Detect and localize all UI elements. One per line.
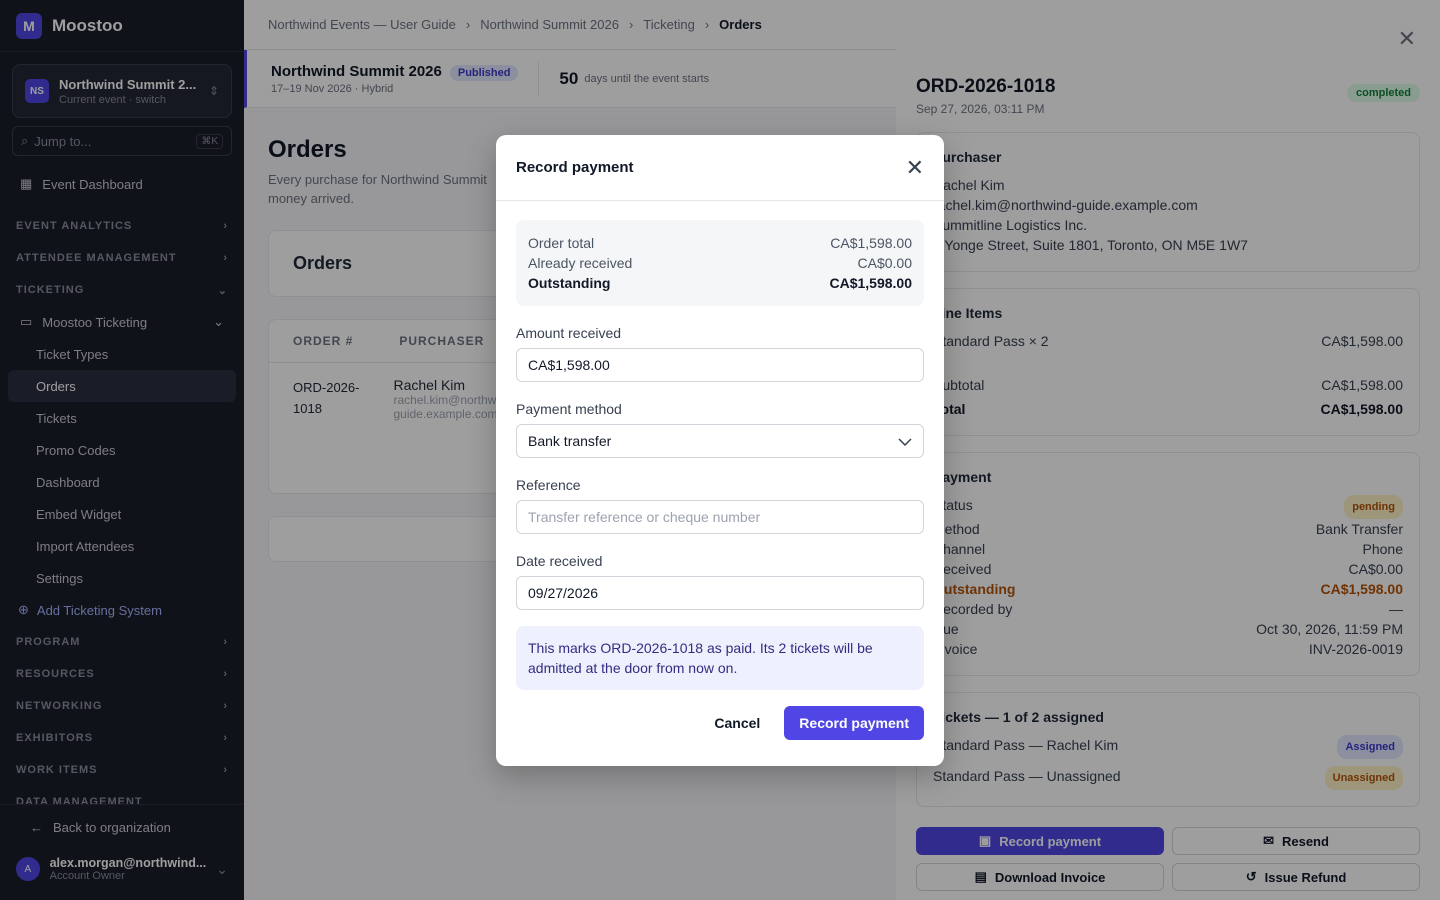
order-total-value: CA$1,598.00	[830, 235, 912, 251]
outstanding-label: Outstanding	[528, 275, 611, 291]
amount-received-input[interactable]: CA$1,598.00	[516, 348, 924, 382]
reference-label: Reference	[516, 477, 581, 493]
select-value: Bank transfer	[528, 433, 612, 449]
amount-label: Amount received	[516, 325, 622, 341]
payment-method-select[interactable]: Bank transfer	[516, 424, 924, 458]
outstanding-value: CA$1,598.00	[829, 275, 912, 291]
close-icon[interactable]: ✕	[906, 156, 924, 179]
already-received-label: Already received	[528, 255, 633, 271]
reference-input[interactable]: Transfer reference or cheque number	[516, 500, 924, 534]
modal-title: Record payment	[516, 159, 634, 176]
date-received-label: Date received	[516, 553, 603, 569]
date-received-input[interactable]: 09/27/2026	[516, 576, 924, 610]
order-total-label: Order total	[528, 235, 595, 251]
payment-summary: Order total CA$1,598.00 Already received C…	[516, 220, 924, 306]
cancel-button[interactable]: Cancel	[714, 715, 760, 731]
info-notice: This marks ORD-2026-1018 as paid. Its 2 …	[516, 626, 924, 690]
record-payment-modal: Record payment ✕ Order total CA$1,598.00 …	[496, 135, 944, 766]
payment-method-label: Payment method	[516, 401, 622, 417]
already-received-value: CA$0.00	[857, 255, 912, 271]
record-payment-submit-button[interactable]: Record payment	[784, 706, 924, 740]
chevron-down-icon	[898, 433, 912, 449]
